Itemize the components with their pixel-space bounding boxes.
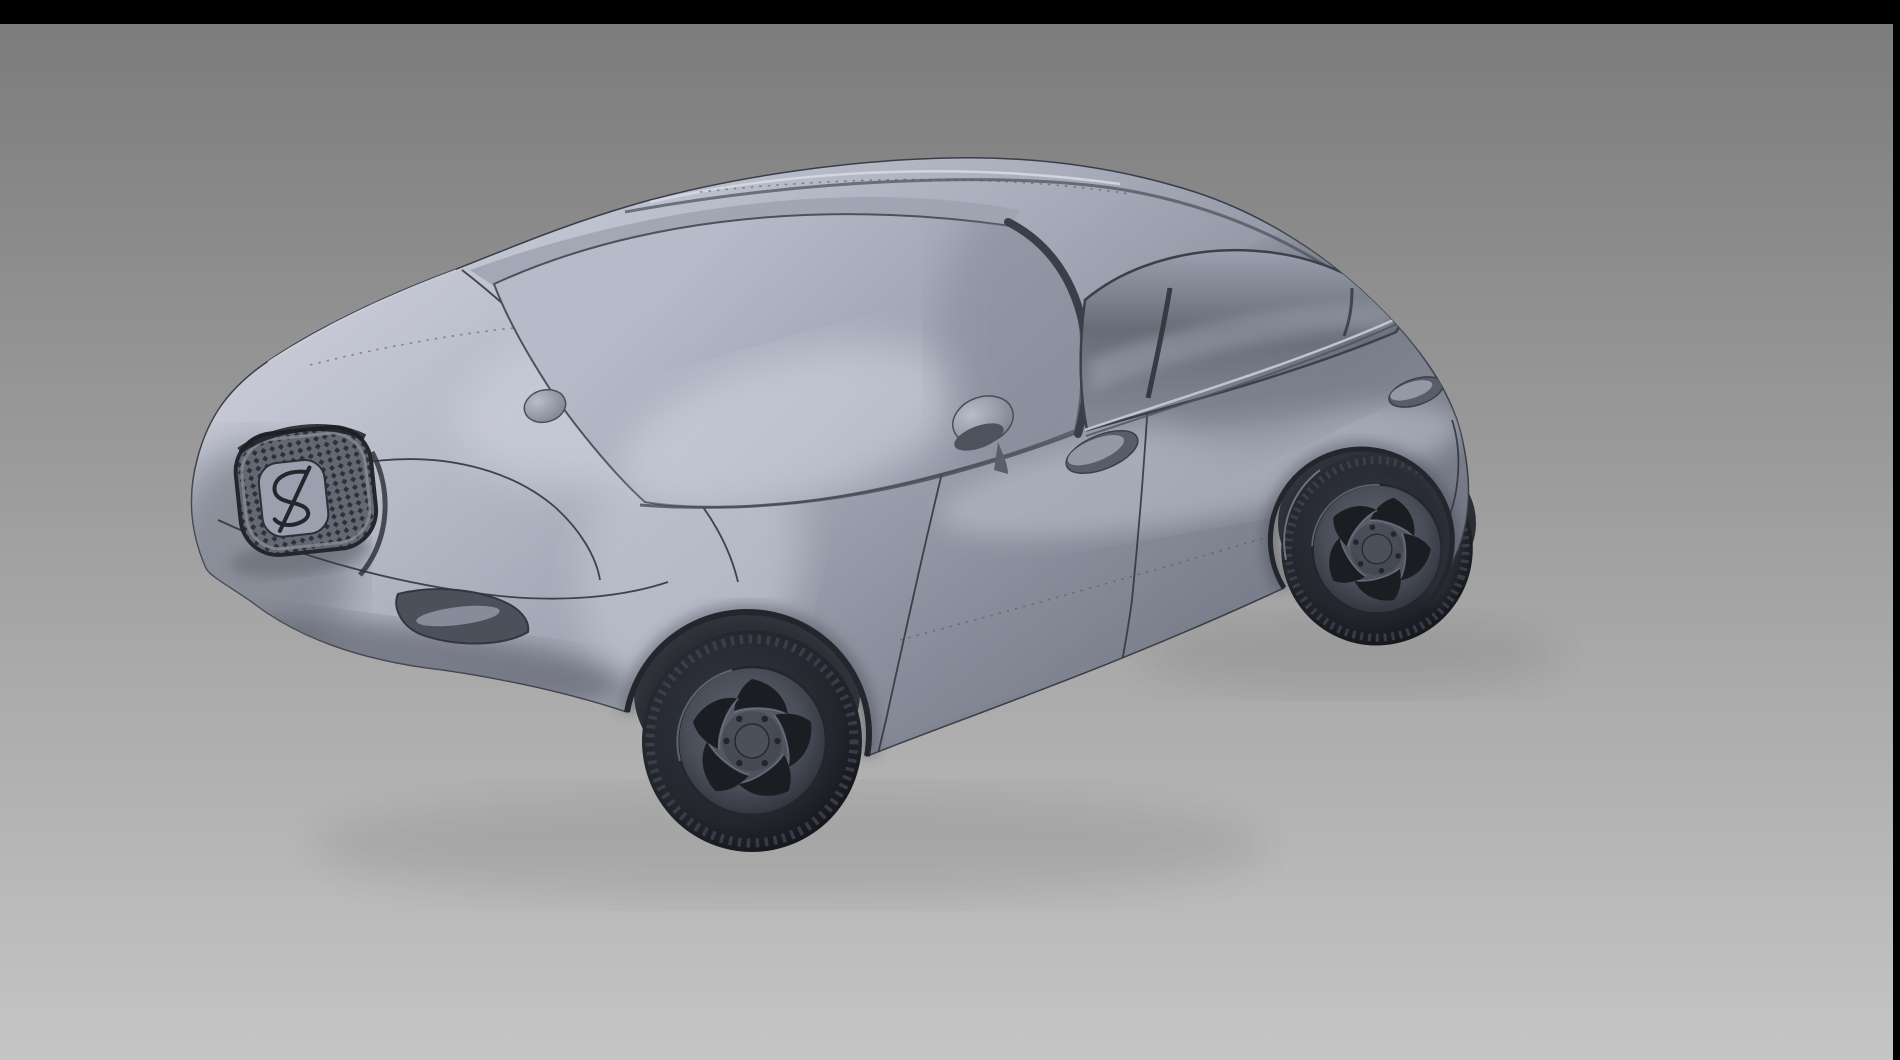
application-window [0, 0, 1900, 1060]
3d-viewport[interactable] [0, 0, 1900, 1060]
front-wheel[interactable] [642, 630, 862, 852]
front-grille[interactable] [232, 421, 380, 558]
right-letterbox-bar [1893, 0, 1900, 1060]
top-letterbox-bar [0, 0, 1900, 24]
